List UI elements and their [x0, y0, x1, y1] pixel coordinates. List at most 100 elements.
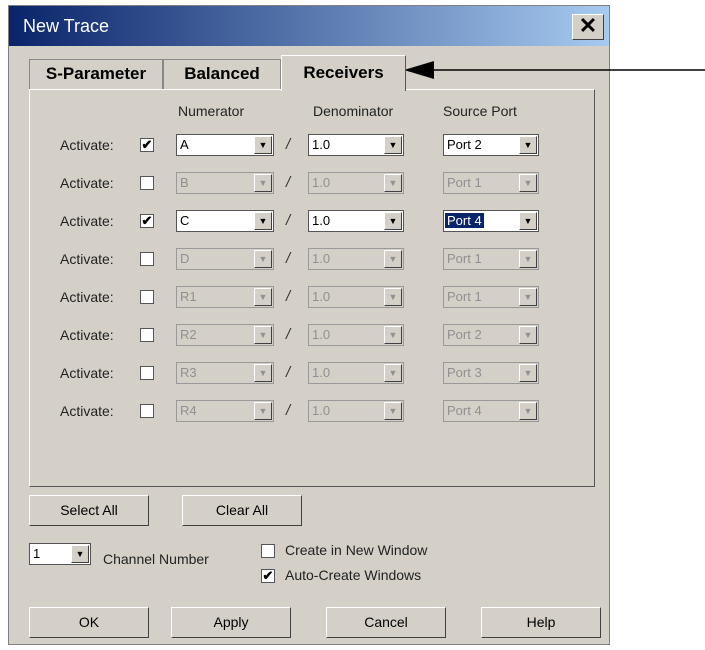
source-port-select: Port 2 ▼ — [443, 324, 539, 346]
ratio-divider: / — [286, 402, 291, 419]
select-value: 1.0 — [312, 365, 331, 380]
select-value: C — [180, 213, 190, 228]
create-new-window-label: Create in New Window — [285, 542, 428, 558]
chevron-down-icon: ▼ — [254, 174, 272, 192]
select-value: 1.0 — [312, 289, 331, 304]
activate-label: Activate: — [60, 289, 114, 305]
chevron-down-icon: ▼ — [384, 288, 402, 306]
chevron-down-icon: ▼ — [254, 250, 272, 268]
source-port-select[interactable]: Port 4 ▼ — [443, 210, 539, 232]
close-icon: ✕ — [578, 13, 598, 38]
chevron-down-icon: ▼ — [519, 326, 537, 344]
select-value: R4 — [180, 403, 197, 418]
numerator-select[interactable]: C ▼ — [176, 210, 274, 232]
chevron-down-icon: ▼ — [254, 212, 272, 230]
activate-checkbox[interactable]: ✔ — [140, 138, 154, 152]
activate-checkbox[interactable] — [140, 328, 154, 342]
receiver-row: Activate: R1 ▼ / 1.0 ▼ Port 1 ▼ — [30, 285, 594, 309]
receiver-row: Activate: R2 ▼ / 1.0 ▼ Port 2 ▼ — [30, 323, 594, 347]
numerator-select[interactable]: A ▼ — [176, 134, 274, 156]
activate-label: Activate: — [60, 327, 114, 343]
chevron-down-icon: ▼ — [254, 364, 272, 382]
chevron-down-icon: ▼ — [254, 288, 272, 306]
denominator-select[interactable]: 1.0 ▼ — [308, 134, 404, 156]
activate-label: Activate: — [60, 213, 114, 229]
select-value: A — [180, 137, 189, 152]
new-trace-dialog: New Trace ✕ S-Parameter Balanced Receive… — [8, 5, 610, 645]
denominator-select: 1.0 ▼ — [308, 362, 404, 384]
denominator-select[interactable]: 1.0 ▼ — [308, 210, 404, 232]
source-port-select[interactable]: Port 2 ▼ — [443, 134, 539, 156]
create-new-window-checkbox[interactable] — [261, 544, 275, 558]
tab-s-parameter[interactable]: S-Parameter — [29, 59, 163, 90]
activate-checkbox[interactable] — [140, 404, 154, 418]
chevron-down-icon: ▼ — [519, 136, 537, 154]
select-value: Port 1 — [447, 175, 482, 190]
chevron-down-icon: ▼ — [384, 136, 402, 154]
tab-balanced[interactable]: Balanced — [163, 59, 281, 90]
activate-checkbox[interactable] — [140, 176, 154, 190]
tab-receivers[interactable]: Receivers — [281, 55, 406, 91]
dialog-title: New Trace — [23, 16, 110, 36]
receiver-row: Activate: R3 ▼ / 1.0 ▼ Port 3 ▼ — [30, 361, 594, 385]
ratio-divider: / — [286, 288, 291, 305]
select-all-button[interactable]: Select All — [29, 495, 149, 526]
receiver-row: Activate: B ▼/1.0 ▼ Port 1 ▼ — [30, 171, 594, 195]
activate-checkbox[interactable]: ✔ — [140, 214, 154, 228]
activate-checkbox[interactable] — [140, 290, 154, 304]
close-button[interactable]: ✕ — [572, 14, 604, 40]
select-value: R2 — [180, 327, 197, 342]
help-button[interactable]: Help — [481, 607, 601, 638]
activate-label: Activate: — [60, 175, 114, 191]
button-label: Cancel — [364, 614, 408, 630]
tab-label: Receivers — [303, 63, 384, 82]
apply-button[interactable]: Apply — [171, 607, 291, 638]
chevron-down-icon: ▼ — [254, 402, 272, 420]
activate-checkbox[interactable] — [140, 252, 154, 266]
check-icon: ✔ — [141, 137, 153, 152]
source-port-select: Port 1 ▼ — [443, 286, 539, 308]
channel-number-label: Channel Number — [103, 551, 209, 567]
chevron-down-icon: ▼ — [384, 402, 402, 420]
chevron-down-icon: ▼ — [519, 402, 537, 420]
check-icon: ✔ — [262, 568, 274, 583]
ok-button[interactable]: OK — [29, 607, 149, 638]
cancel-button[interactable]: Cancel — [326, 607, 446, 638]
chevron-down-icon: ▼ — [254, 136, 272, 154]
select-value: Port 2 — [447, 137, 482, 152]
denominator-select: 1.0 ▼ — [308, 324, 404, 346]
button-label: OK — [78, 614, 100, 630]
receiver-row: Activate: ✔ A ▼/1.0 ▼ Port 2 ▼ — [30, 133, 594, 157]
ratio-divider: / — [286, 136, 291, 153]
denominator-select: 1.0 ▼ — [308, 248, 404, 270]
select-value: 1.0 — [312, 327, 331, 342]
chevron-down-icon: ▼ — [384, 250, 402, 268]
activate-label: Activate: — [60, 251, 114, 267]
auto-create-windows-checkbox[interactable]: ✔ — [261, 569, 275, 583]
chevron-down-icon: ▼ — [519, 250, 537, 268]
numerator-select: R3 ▼ — [176, 362, 274, 384]
receiver-row: Activate: D ▼/1.0 ▼ Port 1 ▼ — [30, 247, 594, 271]
pointer-arrow — [404, 61, 705, 79]
source-port-select: Port 1 ▼ — [443, 172, 539, 194]
chevron-down-icon: ▼ — [71, 545, 89, 563]
channel-number-select[interactable]: 1 ▼ — [29, 543, 91, 565]
clear-all-button[interactable]: Clear All — [182, 495, 302, 526]
chevron-down-icon: ▼ — [519, 212, 537, 230]
select-value: Port 1 — [447, 251, 482, 266]
button-label: Select All — [60, 502, 118, 518]
activate-checkbox[interactable] — [140, 366, 154, 380]
denominator-select: 1.0 ▼ — [308, 400, 404, 422]
tab-label: Balanced — [184, 64, 260, 83]
chevron-down-icon: ▼ — [519, 288, 537, 306]
chevron-down-icon: ▼ — [384, 326, 402, 344]
receivers-panel: Numerator Denominator Source Port Activa… — [29, 89, 595, 487]
receiver-row: Activate: R4 ▼ / 1.0 ▼ Port 4 ▼ — [30, 399, 594, 423]
chevron-down-icon: ▼ — [384, 174, 402, 192]
receiver-row: Activate: ✔ C ▼/1.0 ▼ Port 4 ▼ — [30, 209, 594, 233]
button-label: Apply — [213, 614, 249, 630]
button-label: Clear All — [215, 502, 269, 518]
auto-create-windows-label: Auto-Create Windows — [285, 567, 422, 583]
ratio-divider: / — [286, 364, 291, 381]
select-value: Port 4 — [445, 213, 484, 228]
